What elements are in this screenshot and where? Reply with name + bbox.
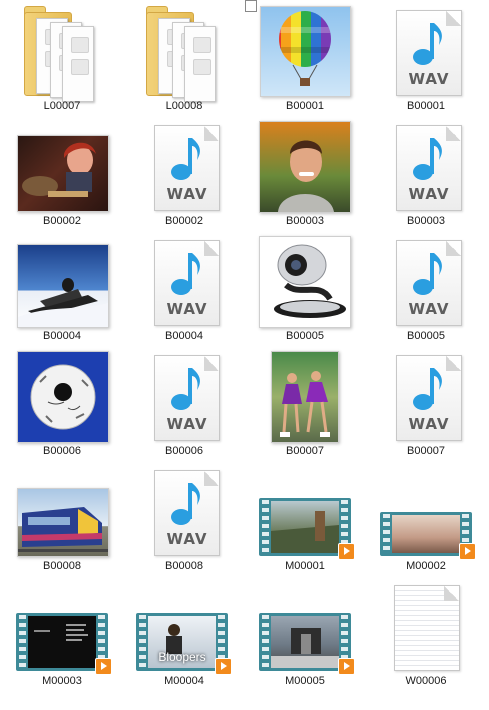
file-item[interactable]: WAV B00004 [124, 232, 244, 347]
file-name: L00008 [165, 100, 203, 112]
video-file-icon [2, 577, 122, 675]
wav-file-icon: WAV [124, 462, 244, 559]
file-name: M00004 [164, 675, 204, 687]
file-name: B00006 [165, 445, 203, 457]
file-name: B00008 [43, 560, 81, 572]
file-name: B00002 [43, 215, 81, 227]
play-icon [338, 543, 355, 560]
video-file-icon [245, 462, 365, 560]
video-overlay-text: Bloopers [158, 650, 206, 664]
text-file-icon [366, 577, 486, 674]
file-name: M00001 [285, 560, 325, 572]
file-item[interactable]: WAV B00003 [366, 117, 486, 232]
file-name: B00003 [407, 215, 445, 227]
dancers-image-thumbnail [245, 347, 365, 444]
file-item[interactable]: B00007 [245, 347, 365, 462]
file-name: L00007 [43, 100, 81, 112]
file-item[interactable]: B00005 [245, 232, 365, 347]
file-item[interactable]: M00001 [245, 462, 365, 577]
wav-file-icon: WAV [124, 117, 244, 214]
file-name: B00003 [286, 215, 324, 227]
play-icon [215, 658, 232, 675]
file-item[interactable]: B00008 [2, 462, 122, 577]
snowmobile-image-thumbnail [2, 232, 122, 329]
folder-icon [2, 2, 122, 102]
file-item[interactable]: WAV B00005 [366, 232, 486, 347]
file-name: B00005 [286, 330, 324, 342]
file-name: B00006 [43, 445, 81, 457]
file-item[interactable]: WAV B00008 [124, 462, 244, 577]
file-item[interactable]: B00006 [2, 347, 122, 462]
file-item[interactable]: B00001 [245, 0, 365, 117]
video-file-icon [366, 462, 486, 560]
animated-image-thumbnail [2, 117, 122, 214]
video-file-icon: Bloopers [124, 577, 244, 675]
file-item[interactable]: WAV B00007 [366, 347, 486, 462]
file-name: M00002 [406, 560, 446, 572]
wav-file-icon: WAV [124, 232, 244, 329]
video-file-icon [245, 577, 365, 675]
file-name: B00002 [165, 215, 203, 227]
file-name: B00004 [165, 330, 203, 342]
file-name: B00008 [165, 560, 203, 572]
play-icon [459, 543, 476, 560]
file-item[interactable]: WAV B00001 [366, 2, 486, 117]
wav-file-icon: WAV [366, 347, 486, 444]
file-item[interactable]: B00004 [2, 232, 122, 347]
file-name: M00005 [285, 675, 325, 687]
webcam-image-thumbnail [245, 232, 365, 329]
wav-file-icon: WAV [366, 117, 486, 214]
wav-file-icon: WAV [366, 232, 486, 329]
file-name: B00001 [407, 100, 445, 112]
soccer-ball-image-thumbnail [2, 347, 122, 444]
file-item[interactable]: M00005 [245, 577, 365, 692]
file-name: B00004 [43, 330, 81, 342]
file-grid: L00007 L00008 B00001 WAV B00001 B00002 W… [0, 0, 489, 710]
file-item[interactable]: L00008 [124, 2, 244, 117]
file-item[interactable]: M00003 [2, 577, 122, 692]
file-item[interactable]: WAV B00002 [124, 117, 244, 232]
train-image-thumbnail [2, 462, 122, 559]
file-name: M00003 [42, 675, 82, 687]
file-item[interactable]: Bloopers M00004 [124, 577, 244, 692]
play-icon [338, 658, 355, 675]
folder-icon [124, 2, 244, 102]
file-item[interactable]: W00006 [366, 577, 486, 692]
wav-file-icon: WAV [124, 347, 244, 444]
file-item[interactable]: B00002 [2, 117, 122, 232]
play-icon [95, 658, 112, 675]
file-item[interactable]: L00007 [2, 2, 122, 117]
wav-file-icon: WAV [366, 2, 486, 99]
file-name: B00001 [286, 100, 324, 112]
file-name: B00007 [286, 445, 324, 457]
balloon-image-thumbnail [245, 2, 365, 99]
file-item[interactable]: M00002 [366, 462, 486, 577]
file-item[interactable]: B00003 [245, 117, 365, 232]
man-image-thumbnail [245, 117, 365, 214]
file-name: B00007 [407, 445, 445, 457]
file-name: W00006 [405, 675, 447, 687]
file-item[interactable]: WAV B00006 [124, 347, 244, 462]
file-name: B00005 [407, 330, 445, 342]
